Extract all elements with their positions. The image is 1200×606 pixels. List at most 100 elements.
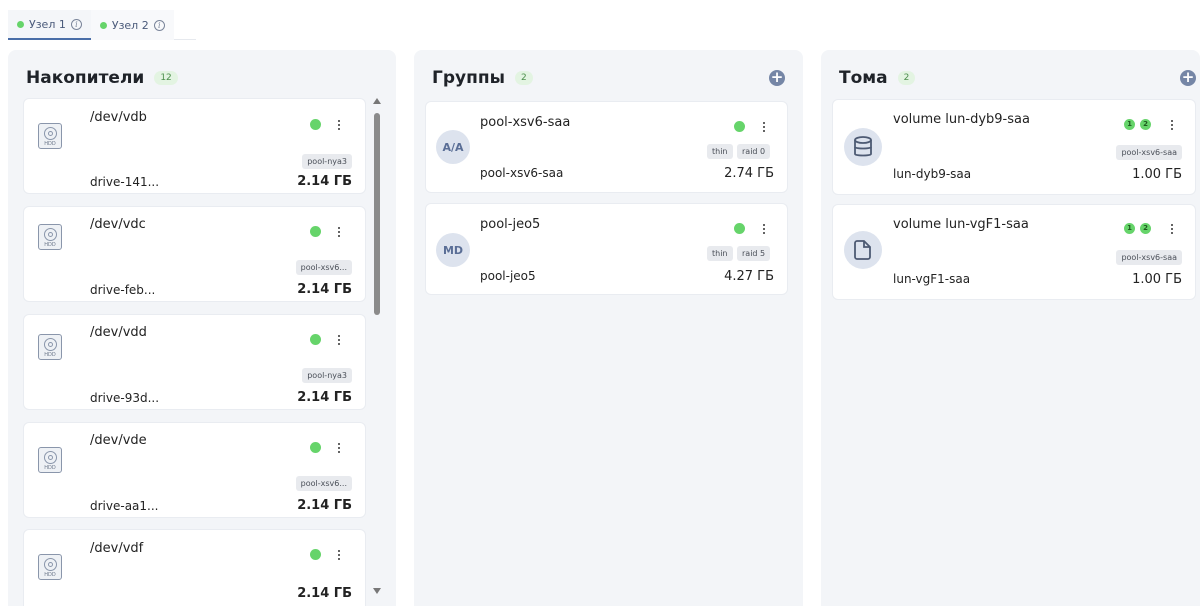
drives-scrollbar[interactable]: [372, 98, 382, 594]
groups-panel: Группы 2 + A/A pool-xsv6-saa thin raid 0…: [414, 50, 803, 606]
more-menu-icon[interactable]: [1167, 118, 1177, 132]
group-title: pool-xsv6-saa: [480, 115, 571, 130]
scroll-up-icon[interactable]: [373, 98, 381, 104]
drive-path: /dev/vdf: [90, 541, 144, 556]
drives-panel: Накопители 12 HDD /dev/vdb pool-nya3 dri…: [8, 50, 396, 606]
drive-name: drive-93d...: [90, 391, 160, 405]
groups-title: Группы: [432, 68, 505, 88]
volume-size: 1.00 ГБ: [1132, 167, 1182, 182]
drive-path: /dev/vdd: [90, 325, 147, 340]
status-ok-icon: [310, 334, 321, 345]
more-menu-icon[interactable]: [334, 333, 344, 347]
group-name: pool-jeo5: [480, 269, 536, 283]
hdd-icon: HDD: [38, 224, 62, 250]
scroll-thumb[interactable]: [374, 113, 380, 315]
volume-title: volume lun-dyb9-saa: [893, 112, 1030, 127]
drive-name: drive-141...: [90, 175, 160, 189]
group-title: pool-jeo5: [480, 217, 541, 232]
volumes-title: Тома: [839, 68, 888, 88]
status-ok-icon: [310, 119, 321, 130]
drive-size: 2.14 ГБ: [297, 390, 352, 405]
more-menu-icon[interactable]: [334, 225, 344, 239]
pool-tag: pool-nya3: [302, 154, 352, 169]
more-menu-icon[interactable]: [1167, 222, 1177, 236]
drive-path: /dev/vdc: [90, 217, 146, 232]
tab-label: Узел 1: [29, 17, 66, 31]
drives-count-badge: 12: [154, 71, 178, 85]
thin-tag: thin: [707, 246, 733, 261]
drives-list[interactable]: Накопители 12 HDD /dev/vdb pool-nya3 dri…: [8, 50, 396, 606]
pool-tag: pool-xsv6-saa: [1116, 145, 1182, 160]
drive-card[interactable]: HDD /dev/vdf 2.14 ГБ: [23, 529, 366, 606]
raid-type-avatar: MD: [436, 233, 470, 267]
tab-label: Узел 2: [111, 18, 149, 32]
drive-size: 2.14 ГБ: [297, 498, 352, 513]
group-card[interactable]: MD pool-jeo5 thin raid 5 pool-jeo5 4.27 …: [425, 203, 788, 295]
raid-tag: raid 0: [737, 144, 771, 159]
node-tabs: Узел 1 i Узел 2 i: [8, 10, 196, 40]
volume-size: 1.00 ГБ: [1132, 272, 1182, 287]
volume-name: lun-vgF1-saa: [893, 272, 971, 286]
pool-tag: pool-xsv6...: [295, 260, 352, 275]
hdd-icon: HDD: [38, 554, 62, 580]
drive-card[interactable]: HDD /dev/vdd pool-nya3 drive-93d... 2.14…: [23, 314, 366, 410]
file-icon-svg: [854, 240, 871, 260]
more-menu-icon[interactable]: [759, 120, 769, 134]
drive-name: drive-aa1...: [90, 499, 159, 513]
more-menu-icon[interactable]: [334, 118, 344, 132]
drive-card[interactable]: HDD /dev/vdb pool-nya3 drive-141... 2.14…: [23, 98, 366, 194]
status-dot-icon: [17, 20, 24, 28]
drive-size: 2.14 ГБ: [297, 174, 352, 189]
group-name: pool-xsv6-saa: [480, 166, 564, 180]
drives-title: Накопители: [26, 68, 145, 88]
info-icon[interactable]: i: [153, 19, 165, 31]
groups-count-badge: 2: [514, 71, 533, 85]
status-ok-icon: [734, 223, 745, 234]
pool-tag: pool-xsv6-saa: [1116, 250, 1182, 265]
more-menu-icon[interactable]: [759, 222, 769, 236]
scroll-down-icon[interactable]: [373, 588, 381, 594]
database-icon: [844, 128, 882, 166]
group-size: 2.74 ГБ: [724, 166, 774, 181]
volume-card[interactable]: volume lun-dyb9-saa 1 2 pool-xsv6-saa lu…: [832, 99, 1196, 195]
status-ok-icon: [310, 442, 321, 453]
node-2-status-icon: 2: [1140, 119, 1151, 130]
database-icon-svg: [854, 136, 872, 157]
hdd-icon: HDD: [38, 123, 62, 149]
file-icon: [844, 231, 882, 269]
drive-size: 2.14 ГБ: [297, 282, 352, 297]
drive-name: drive-feb...: [90, 283, 156, 297]
drive-path: /dev/vde: [90, 433, 147, 448]
drive-path: /dev/vdb: [90, 110, 147, 125]
volumes-panel: Тома 2 + volume lun-dyb9-saa 1 2 pool-xs…: [821, 50, 1200, 606]
add-group-button[interactable]: +: [769, 70, 785, 86]
node-1-status-icon: 1: [1124, 223, 1135, 234]
node-2-status-icon: 2: [1140, 223, 1151, 234]
status-dot-icon: [99, 21, 107, 29]
thin-tag: thin: [707, 144, 733, 159]
more-menu-icon[interactable]: [334, 441, 344, 455]
status-ok-icon: [734, 121, 745, 132]
group-card[interactable]: A/A pool-xsv6-saa thin raid 0 pool-xsv6-…: [425, 101, 788, 193]
raid-type-avatar: A/A: [436, 130, 470, 164]
volume-name: lun-dyb9-saa: [893, 167, 972, 181]
info-icon[interactable]: i: [70, 18, 82, 30]
raid-tag: raid 5: [737, 246, 771, 261]
more-menu-icon[interactable]: [334, 548, 344, 562]
volume-card[interactable]: volume lun-vgF1-saa 1 2 pool-xsv6-saa lu…: [832, 204, 1196, 300]
status-ok-icon: [310, 549, 321, 560]
pool-tag: pool-xsv6...: [295, 476, 352, 491]
volume-title: volume lun-vgF1-saa: [893, 217, 1029, 232]
drive-card[interactable]: HDD /dev/vdc pool-xsv6... drive-feb... 2…: [23, 206, 366, 302]
drive-size: 2.14 ГБ: [297, 586, 352, 601]
volumes-count-badge: 2: [897, 71, 916, 85]
tab-node-1[interactable]: Узел 1 i: [8, 10, 91, 40]
status-ok-icon: [310, 226, 321, 237]
node-1-status-icon: 1: [1124, 119, 1135, 130]
group-size: 4.27 ГБ: [724, 269, 774, 284]
drive-card[interactable]: HDD /dev/vde pool-xsv6... drive-aa1... 2…: [23, 422, 366, 518]
pool-tag: pool-nya3: [302, 368, 352, 383]
add-volume-button[interactable]: +: [1180, 70, 1196, 86]
tab-node-2[interactable]: Узел 2 i: [90, 10, 174, 40]
hdd-icon: HDD: [38, 334, 62, 360]
